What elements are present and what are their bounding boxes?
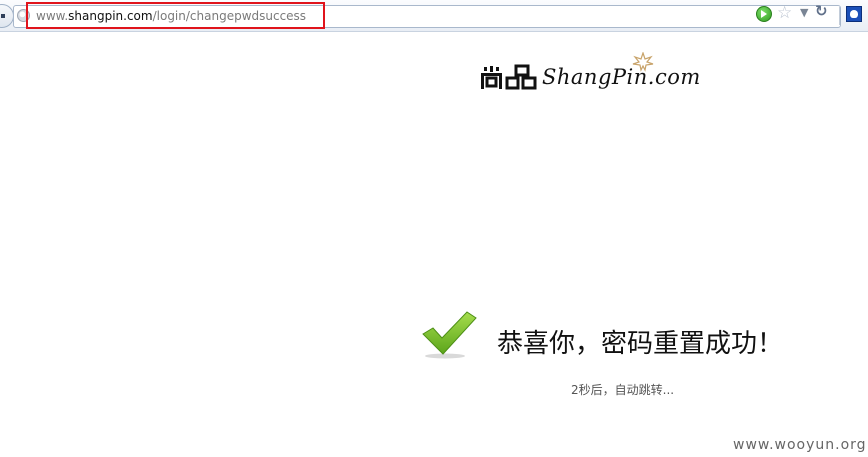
chevron-down-icon[interactable]: ▼ [800,6,808,19]
paw-icon[interactable] [846,6,862,22]
toolbar-divider [839,7,840,25]
globe-icon[interactable] [17,9,30,22]
back-button[interactable] [0,4,14,28]
browser-toolbar: www.shangpin.com/login/changepwdsuccess … [0,0,868,32]
url-path: /login/changepwdsuccess [152,9,307,23]
maple-leaf-icon [632,52,654,72]
go-arrow-icon[interactable] [756,6,772,22]
url-text[interactable]: www.shangpin.com/login/changepwdsuccess [36,9,306,23]
star-icon[interactable]: ☆ [777,3,792,23]
shangpin-glyph-logo: 尚品 [481,64,537,90]
success-message: 恭喜你，密码重置成功！ [497,329,784,359]
url-prefix: www. [36,9,69,23]
checkmark-icon [422,311,477,359]
brand-text: ShangPin.com [542,65,701,89]
redirect-countdown: 2秒后，自动跳转... [571,383,675,397]
watermark: www.wooyun.org [733,437,867,453]
reload-icon[interactable]: ↻ [815,2,828,20]
address-bar[interactable]: www.shangpin.com/login/changepwdsuccess [13,5,841,28]
site-logo[interactable]: 尚品 ShangPin.com [480,52,710,96]
url-domain: shangpin.com [68,9,153,23]
